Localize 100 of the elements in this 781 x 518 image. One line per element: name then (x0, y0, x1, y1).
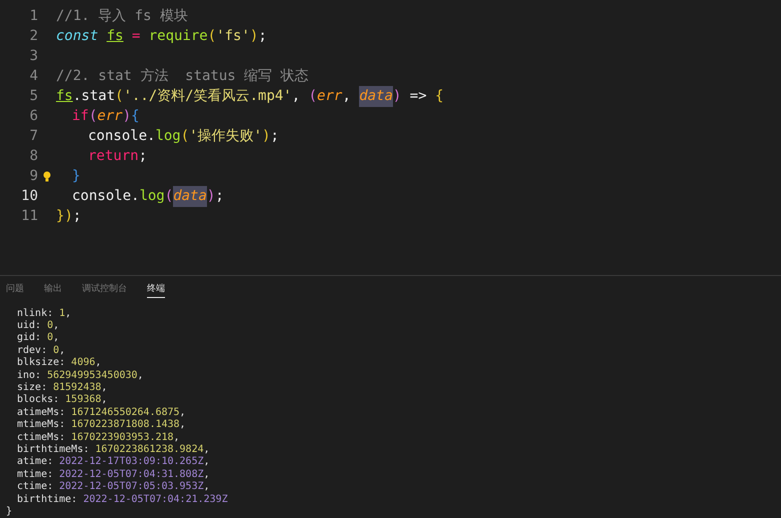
line-number: 10 (20, 186, 38, 206)
property-name: size: (17, 382, 48, 394)
code-token: ) (262, 126, 270, 146)
code-token: ) (392, 86, 402, 106)
code-token: { (435, 86, 444, 106)
code-token: '操作失败' (189, 126, 262, 146)
property-value: 81592438 (53, 382, 102, 394)
code-token: ) (206, 186, 216, 206)
code-token: log (155, 126, 181, 146)
code-token: ; (270, 126, 279, 146)
line-number: 5 (28, 86, 38, 106)
property-name: ctime: (17, 481, 54, 494)
comma: , (204, 481, 210, 494)
comma: , (204, 468, 210, 482)
code-token: ; (138, 146, 148, 166)
property-value: 562949953450030 (47, 370, 138, 382)
code-token: => (408, 86, 428, 106)
code-token: console (88, 126, 148, 146)
code-token: if (72, 106, 89, 126)
code-token: '../资料/笑看风云.mp4' (123, 86, 292, 106)
code-token: = (130, 26, 142, 46)
code-token: } (72, 166, 80, 186)
property-name: birthtimeMs: (17, 444, 90, 456)
code-token: ) (122, 106, 132, 126)
property-name: nlink: (17, 308, 54, 320)
closing-brace: } (5, 506, 14, 518)
property-name: atimeMs: (17, 406, 66, 419)
code-token: ( (88, 106, 98, 126)
property-value: 159368 (65, 394, 102, 407)
code-token: fs (106, 26, 124, 46)
property-name: mtime: (17, 468, 54, 481)
code-token: ( (308, 86, 318, 106)
property-value: 0 (47, 320, 54, 332)
property-value: 2022-12-17T03:09:10.265Z (59, 456, 204, 469)
property-value: 1670223871808.1438 (71, 419, 180, 432)
property-value: 1671246550264.6875 (71, 406, 180, 420)
comma: , (53, 332, 60, 345)
comma: , (204, 456, 210, 469)
panel-tab[interactable]: 输出 (44, 278, 62, 298)
comma: , (137, 370, 144, 382)
code-token: ; (258, 26, 267, 46)
property-value: 1670223903953.218 (71, 432, 174, 444)
property-value: 0 (53, 344, 60, 357)
property-name: birthtime: (17, 494, 78, 506)
code-token: { (131, 106, 140, 126)
line-number: 11 (20, 206, 38, 226)
property-name: ino: (17, 370, 42, 382)
property-value: 2022-12-05T07:04:31.808Z (59, 468, 204, 482)
code-token: ; (215, 186, 224, 206)
code-token: require (148, 26, 208, 46)
line-number: 2 (28, 26, 38, 46)
comma: , (180, 419, 186, 432)
property-name: gid: (17, 332, 42, 345)
code-token: data (173, 186, 207, 206)
line-number: 1 (28, 6, 38, 26)
property-name: mtimeMs: (17, 419, 66, 432)
lightbulb-icon[interactable] (43, 170, 51, 182)
comma: , (101, 382, 108, 394)
property-name: uid: (17, 320, 42, 332)
code-token: //2. stat 方法 status 缩写 状态 (56, 66, 309, 86)
property-name: rdev: (17, 344, 48, 357)
code-token: ( (115, 86, 124, 106)
property-value: 2022-12-05T07:04:21.239Z (83, 494, 228, 506)
line-number: 8 (28, 146, 38, 166)
code-token: return (88, 146, 139, 166)
line-number: 9 (28, 166, 38, 186)
property-value: 4096 (71, 357, 96, 370)
comma: , (174, 432, 180, 444)
code-token: 'fs' (216, 26, 250, 46)
code-token: ( (208, 26, 216, 46)
line-number: 3 (28, 46, 38, 66)
code-token: } (56, 206, 64, 226)
code-token: fs (56, 86, 73, 106)
property-name: blocks: (17, 394, 60, 407)
comma: , (65, 308, 72, 320)
code-token: err (317, 86, 342, 106)
property-value: 1670223861238.9824 (95, 444, 204, 456)
comma: , (101, 394, 108, 407)
property-value: 2022-12-05T07:05:03.953Z (59, 481, 204, 494)
code-token: , (342, 86, 352, 106)
line-number: 6 (28, 106, 38, 126)
property-name: atime: (17, 456, 54, 469)
code-token: , (292, 86, 302, 106)
comma: , (59, 344, 66, 357)
comma: , (95, 357, 102, 370)
code-token: //1. 导入 fs 模块 (56, 6, 188, 26)
panel-tab[interactable]: 问题 (6, 278, 24, 298)
code-token: data (359, 86, 393, 106)
code-token: const (56, 26, 100, 46)
panel-tab[interactable]: 调试控制台 (82, 278, 127, 298)
line-number: 7 (28, 126, 38, 146)
code-token: ; (72, 206, 82, 226)
code-token: ) (250, 26, 258, 46)
code-token: . (131, 186, 140, 206)
comma: , (204, 444, 210, 456)
code-token: . (147, 126, 156, 146)
code-token: log (139, 186, 165, 206)
property-value: 1 (59, 308, 66, 320)
line-number: 4 (28, 66, 38, 86)
panel-tab[interactable]: 终端 (147, 278, 165, 298)
